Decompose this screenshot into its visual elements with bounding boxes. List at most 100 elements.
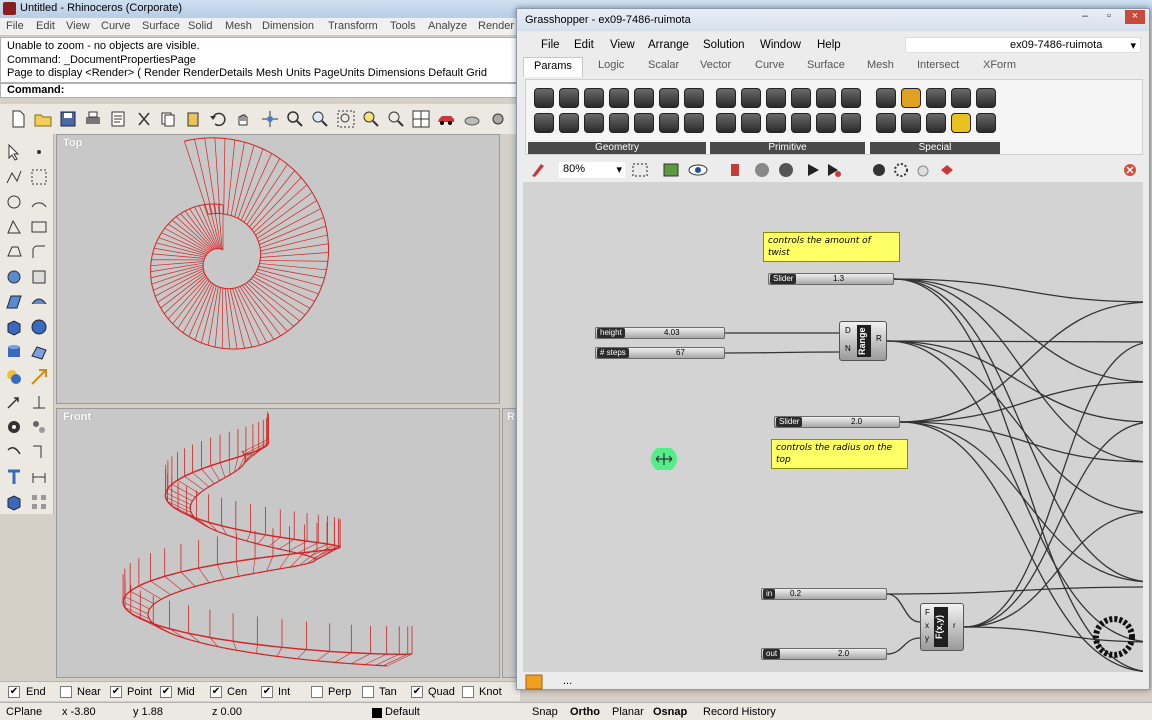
component-icon[interactable] (684, 113, 704, 133)
move-icon[interactable] (4, 392, 24, 412)
shaded-preview-icon[interactable] (777, 161, 795, 179)
options-icon[interactable] (488, 109, 508, 129)
slider-twist[interactable]: Slider 1.3 (768, 273, 894, 285)
gh-menu-arrange[interactable]: Arrange (648, 39, 689, 51)
shade-icon[interactable] (462, 109, 482, 129)
rhino-menu-curve[interactable]: Curve (101, 20, 130, 32)
tab-params[interactable]: Params (523, 57, 583, 77)
arc-icon[interactable] (29, 192, 49, 212)
range-component[interactable]: D N Range R (839, 321, 887, 361)
surface-icon[interactable] (4, 267, 24, 287)
gear-icon[interactable] (893, 162, 909, 178)
component-icon[interactable] (841, 88, 861, 108)
sweep-icon[interactable] (29, 292, 49, 312)
polyline-icon[interactable] (4, 167, 24, 187)
component-icon[interactable] (876, 113, 896, 133)
mesh-icon[interactable] (29, 342, 49, 362)
rhino-menu-file[interactable]: File (6, 20, 24, 32)
paste-icon[interactable] (183, 109, 203, 129)
preview-eye-icon[interactable] (687, 162, 709, 178)
zoom-selected-icon[interactable] (361, 109, 381, 129)
tab-curve[interactable]: Curve (755, 59, 784, 71)
tab-surface[interactable]: Surface (807, 59, 845, 71)
zoom-icon[interactable] (285, 109, 305, 129)
cut-icon[interactable] (134, 109, 154, 129)
bake-icon[interactable] (825, 162, 843, 178)
slider-height[interactable]: height 4.03 (595, 327, 725, 339)
rhino-menu-edit[interactable]: Edit (36, 20, 55, 32)
range-output-r[interactable]: R (876, 334, 882, 343)
select-arrow-icon[interactable] (4, 142, 24, 162)
rhino-menu-solid[interactable]: Solid (188, 20, 212, 32)
osnap-perp-checkbox[interactable] (311, 686, 323, 698)
split-icon[interactable] (29, 442, 49, 462)
pan-hand-icon[interactable] (233, 109, 253, 129)
fxy-component[interactable]: F x y F(x,y) r (920, 603, 964, 651)
osnap-near-checkbox[interactable] (60, 686, 72, 698)
rectangle-icon[interactable] (29, 217, 49, 237)
status-snap[interactable]: Snap (532, 706, 558, 718)
component-icon[interactable] (976, 88, 996, 108)
cloud-icon[interactable] (915, 162, 931, 178)
sphere-preview-icon[interactable] (753, 161, 771, 179)
component-icon[interactable] (976, 113, 996, 133)
gh-menu-view[interactable]: View (610, 39, 635, 51)
preview-red-icon[interactable] (727, 162, 743, 178)
rhino-menu-view[interactable]: View (66, 20, 90, 32)
status-planar[interactable]: Planar (612, 706, 644, 718)
gh-menu-file[interactable]: File (541, 39, 560, 51)
circle-icon[interactable] (4, 192, 24, 212)
properties-icon[interactable] (108, 109, 128, 129)
osnap-knot-checkbox[interactable] (462, 686, 474, 698)
command-line-input[interactable]: Command: (0, 83, 520, 98)
extrude-icon[interactable] (29, 267, 49, 287)
osnap-quad-checkbox[interactable]: ✔ (411, 686, 423, 698)
component-icon[interactable] (716, 88, 736, 108)
save-icon[interactable] (58, 109, 78, 129)
slider-radius[interactable]: Slider 2.0 (774, 416, 900, 428)
component-icon[interactable] (926, 113, 946, 133)
rhino-menu-mesh[interactable]: Mesh (225, 20, 252, 32)
status-ortho[interactable]: Ortho (570, 706, 600, 718)
component-icon[interactable] (741, 88, 761, 108)
boolean-icon[interactable] (4, 367, 24, 387)
component-icon[interactable] (634, 113, 654, 133)
car-render-icon[interactable] (436, 109, 456, 129)
tab-xform[interactable]: XForm (983, 59, 1016, 71)
brush-icon[interactable] (529, 161, 547, 179)
rhino-menu-tools[interactable]: Tools (390, 20, 416, 32)
range-input-n[interactable]: N (845, 344, 851, 353)
osnap-cen-checkbox[interactable]: ✔ (210, 686, 222, 698)
rhino-menu-surface[interactable]: Surface (142, 20, 180, 32)
close-canvas-icon[interactable] (1123, 163, 1137, 177)
component-icon[interactable] (816, 88, 836, 108)
tab-mesh[interactable]: Mesh (867, 59, 894, 71)
box-icon[interactable] (4, 317, 24, 337)
osnap-tan-checkbox[interactable] (362, 686, 374, 698)
zoom-all-icon[interactable] (386, 109, 406, 129)
note-radius[interactable]: controls the radius on the top (771, 439, 908, 469)
zoom-extents-icon[interactable] (631, 162, 649, 178)
dimension-icon[interactable] (29, 467, 49, 487)
rhino-menu-render[interactable]: Render (478, 20, 514, 32)
status-record-history[interactable]: Record History (703, 706, 776, 718)
undo-icon[interactable] (208, 109, 228, 129)
plugin-icon[interactable] (937, 162, 957, 178)
component-icon[interactable] (741, 113, 761, 133)
play-icon[interactable] (805, 162, 821, 178)
map-icon[interactable] (662, 162, 680, 178)
trim-icon[interactable] (29, 392, 49, 412)
minimize-icon[interactable]: – (1077, 10, 1093, 24)
component-icon[interactable] (534, 88, 554, 108)
gh-canvas[interactable]: controls the amount of twist Slider 1.3 h… (523, 182, 1143, 672)
blend-icon[interactable] (4, 442, 24, 462)
maximize-icon[interactable]: ▫ (1101, 10, 1117, 24)
array-icon[interactable] (29, 492, 49, 512)
osnap-int-checkbox[interactable]: ✔ (261, 686, 273, 698)
component-icon[interactable] (584, 88, 604, 108)
component-icon[interactable] (926, 88, 946, 108)
component-icon[interactable] (609, 88, 629, 108)
slider-in[interactable]: in 0.2 (761, 588, 887, 600)
osnap-point-checkbox[interactable]: ✔ (110, 686, 122, 698)
new-file-icon[interactable] (8, 109, 28, 129)
